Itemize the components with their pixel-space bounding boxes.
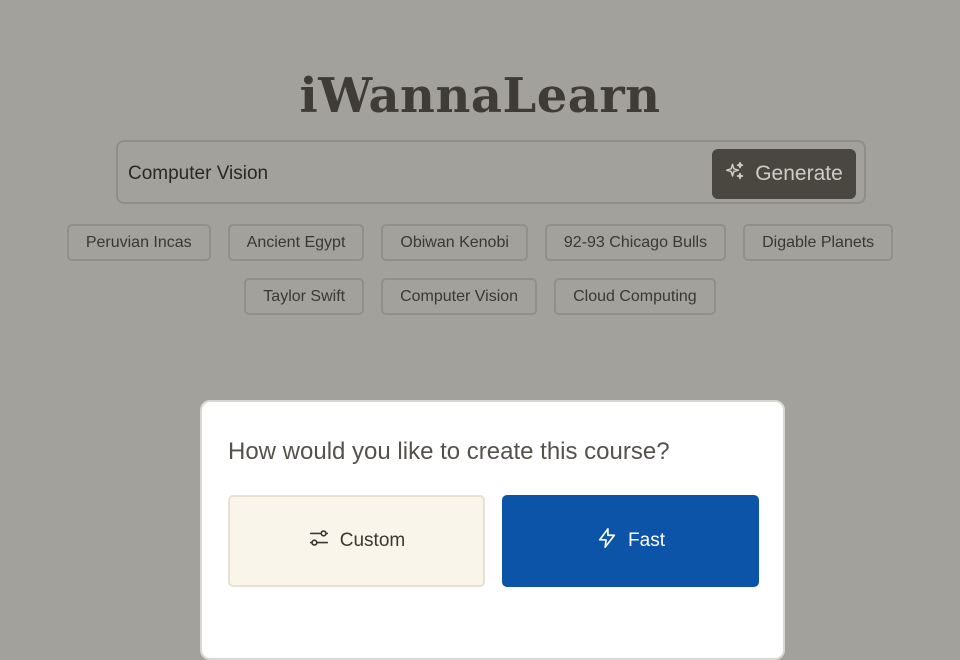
suggestion-row-2: Taylor Swift Computer Vision Cloud Compu…	[0, 278, 960, 315]
fast-button[interactable]: Fast	[502, 495, 759, 587]
custom-label: Custom	[339, 530, 406, 551]
suggestion-chip[interactable]: Peruvian Incas	[66, 224, 211, 261]
fast-label: Fast	[628, 530, 665, 551]
suggestion-chip[interactable]: Ancient Egypt	[227, 224, 365, 261]
course-mode-dialog: How would you like to create this course…	[200, 400, 785, 660]
suggestion-chip[interactable]: Digable Planets	[743, 224, 894, 261]
topic-input[interactable]	[126, 156, 710, 192]
suggestion-chip[interactable]: Taylor Swift	[244, 278, 365, 315]
suggestion-chip[interactable]: Obiwan Kenobi	[381, 224, 528, 261]
lightning-icon	[596, 527, 618, 555]
suggestion-row-1: Peruvian Incas Ancient Egypt Obiwan Keno…	[0, 224, 960, 261]
generate-label: Generate	[755, 162, 843, 185]
sparkles-icon	[725, 161, 745, 187]
generate-button[interactable]: Generate	[712, 149, 856, 199]
dialog-title: How would you like to create this course…	[228, 438, 670, 465]
app-logo: iWannaLearn	[299, 68, 661, 124]
search-bar: Generate	[116, 140, 866, 204]
custom-button[interactable]: Custom	[228, 495, 485, 587]
suggestion-chip[interactable]: Cloud Computing	[554, 278, 716, 315]
suggestion-chip[interactable]: Computer Vision	[381, 278, 538, 315]
sliders-icon	[308, 527, 330, 555]
suggestion-chip[interactable]: 92-93 Chicago Bulls	[544, 224, 727, 261]
